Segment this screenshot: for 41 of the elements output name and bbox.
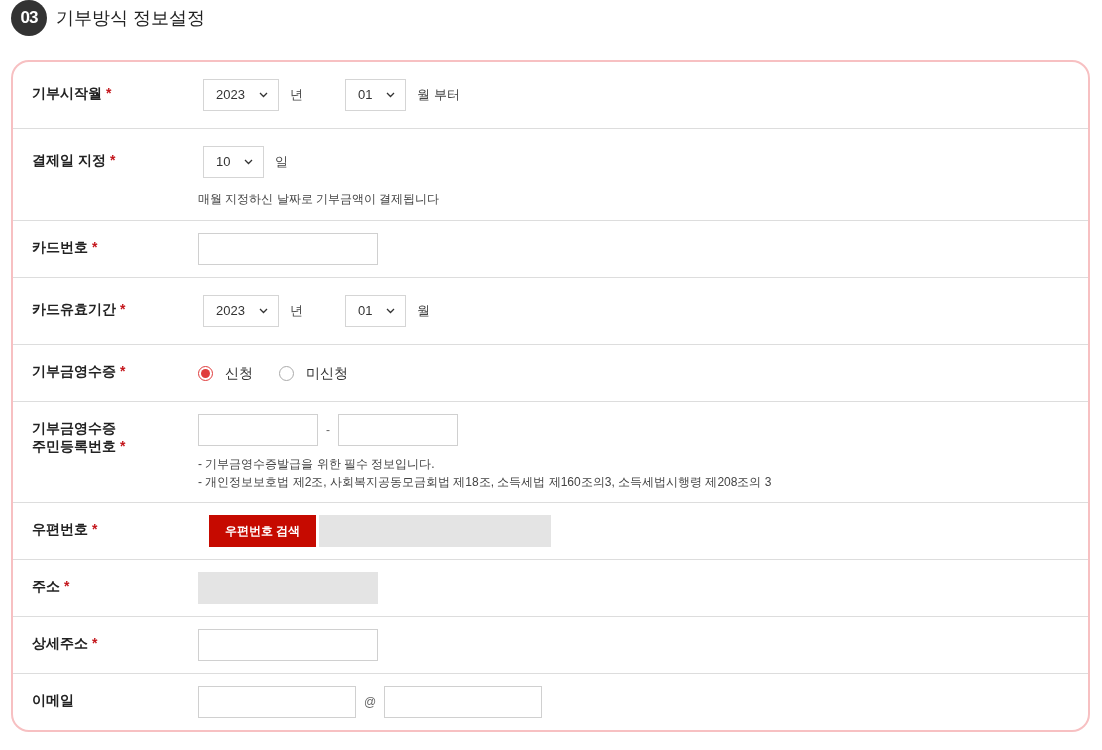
help-text: 매월 지정하신 날짜로 기부금액이 결제됩니다 bbox=[198, 191, 440, 208]
field-label: 우편번호 * bbox=[32, 520, 99, 538]
dropdown-select[interactable]: 2023 bbox=[203, 79, 279, 111]
unit-label: 월 부터 bbox=[417, 86, 460, 105]
field-label: 상세주소 * bbox=[32, 634, 99, 652]
dropdown-select[interactable]: 2023 bbox=[203, 295, 279, 327]
step-number-badge: 03 bbox=[11, 0, 47, 36]
chevron-down-icon bbox=[258, 92, 268, 98]
help-text: - 개인정보보호법 제2조, 사회복지공동모금회법 제18조, 소득세법 제160조의3, 소득세법시행령 제208조의 3 bbox=[198, 474, 772, 491]
radio-option[interactable]: 미신청 bbox=[279, 362, 348, 384]
chevron-down-icon bbox=[244, 159, 254, 165]
text-input[interactable] bbox=[198, 414, 318, 446]
help-text: - 기부금영수증발급을 위한 필수 정보입니다. bbox=[198, 456, 436, 473]
dropdown-select[interactable]: 10 bbox=[203, 146, 265, 178]
field-label: 기부시작월 * bbox=[32, 84, 113, 102]
search-button[interactable]: 우편번호 검색 bbox=[209, 515, 317, 547]
unit-label: 년 bbox=[289, 302, 303, 321]
field-label: 결제일 지정 * bbox=[32, 151, 117, 169]
separator-text: - bbox=[326, 422, 330, 439]
dropdown-select[interactable]: 01 bbox=[344, 79, 407, 111]
text-input[interactable] bbox=[198, 233, 378, 265]
chevron-down-icon bbox=[386, 92, 396, 98]
field-label: 카드유효기간 * bbox=[32, 300, 127, 318]
separator-text: @ bbox=[364, 694, 377, 711]
field-label: 기부금영수증 주민등록번호 * bbox=[32, 419, 127, 455]
text-input[interactable] bbox=[198, 686, 356, 718]
section-title: 기부방식 정보설정 bbox=[56, 6, 205, 30]
radio-option[interactable]: 신청 bbox=[198, 362, 253, 384]
field-label: 이메일 bbox=[32, 691, 75, 709]
text-input[interactable] bbox=[198, 629, 378, 661]
text-input[interactable] bbox=[384, 686, 543, 718]
unit-label: 년 bbox=[289, 86, 303, 105]
field-label: 카드번호 * bbox=[32, 238, 99, 256]
field-label: 기부금영수증 * bbox=[32, 362, 127, 380]
text-input[interactable] bbox=[338, 414, 458, 446]
unit-label: 월 bbox=[417, 302, 431, 321]
chevron-down-icon bbox=[386, 308, 396, 314]
chevron-down-icon bbox=[258, 308, 268, 314]
field-label: 주소 * bbox=[32, 577, 71, 595]
dropdown-select[interactable]: 01 bbox=[344, 295, 407, 327]
unit-label: 일 bbox=[275, 153, 289, 172]
